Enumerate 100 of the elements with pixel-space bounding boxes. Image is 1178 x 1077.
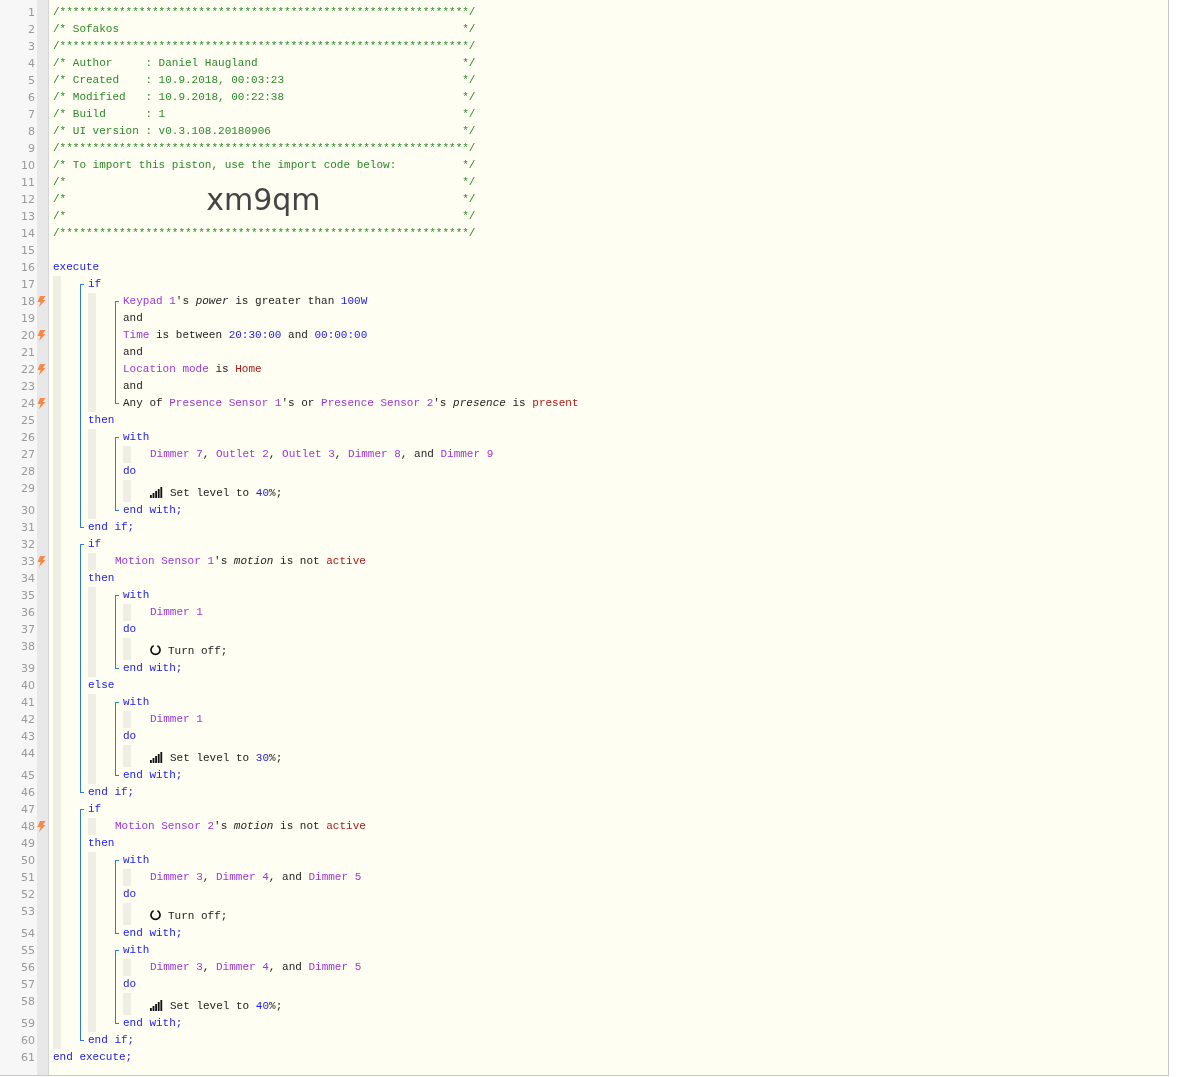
code-line: end with; (123, 1017, 183, 1030)
line-number: 6 (27, 91, 35, 104)
comment-text: /* Author : Daniel Haugland (53, 57, 258, 70)
line-number: 47 (20, 803, 35, 816)
line-number: 59 (20, 1017, 35, 1030)
line-number: 26 (20, 431, 35, 444)
code-line: Motion Sensor 2's motion is not active (115, 820, 366, 833)
line-number: 16 (20, 261, 35, 274)
code-line: do (123, 623, 137, 636)
code-line: then (88, 572, 115, 585)
code-line: Time is between 20:30:00 and 00:00:00 (123, 329, 368, 342)
line-number: 28 (20, 465, 35, 478)
code-line: do (123, 730, 137, 743)
comment-text: /* Modified : 10.9.2018, 00:22:38 (53, 91, 285, 104)
code-line: Motion Sensor 1's motion is not active (115, 555, 366, 568)
import-code: xm9qm (206, 184, 321, 215)
code-line: and (123, 312, 143, 325)
code-line: Dimmer 1 (150, 713, 203, 726)
code-line: end if; (88, 786, 135, 799)
code-line: Keypad 1's power is greater than 100W (123, 295, 368, 308)
line-number: 23 (20, 380, 35, 393)
comment-text: /**************************************************************/ (53, 227, 476, 240)
code-line: Dimmer 1 (150, 606, 203, 619)
line-number: 8 (27, 125, 35, 138)
line-number: 45 (20, 769, 35, 782)
line-number: 11 (20, 176, 35, 189)
line-number: 4 (27, 57, 35, 70)
code-line: do (123, 978, 137, 991)
comment-text: /* (53, 210, 67, 223)
line-number: 35 (20, 589, 35, 602)
line-number: 27 (20, 448, 35, 461)
power-icon (150, 644, 161, 656)
code-line: then (88, 837, 115, 850)
line-number: 51 (20, 871, 35, 884)
code-line: Location mode is Home (123, 363, 262, 376)
line-number: 38 (20, 640, 35, 653)
line-number: 31 (20, 521, 35, 534)
power-icon (150, 909, 161, 921)
comment-text: /**************************************************************/ (53, 142, 476, 155)
line-number: 32 (20, 538, 35, 551)
comment-end: */ (462, 210, 476, 223)
comment-end: */ (462, 193, 476, 206)
line-number: 37 (20, 623, 35, 636)
code-line: Dimmer 3, Dimmer 4, and Dimmer 5 (150, 871, 362, 884)
line-number: 36 (20, 606, 35, 619)
code-line: end with; (123, 927, 183, 940)
line-number: 1 (27, 6, 35, 19)
code-line: and (123, 346, 143, 359)
comment-text: /* (53, 176, 67, 189)
line-number: 61 (20, 1051, 35, 1064)
comment-text: /* To import this piston, use the import code below: (53, 159, 397, 172)
comment-end: */ (462, 23, 476, 36)
line-number: 7 (27, 108, 35, 121)
code-line: Set level to 30%; (170, 752, 283, 765)
line-number: 40 (20, 679, 35, 692)
comment-text: /* Created : 10.9.2018, 00:03:23 (53, 74, 285, 87)
line-number: 18 (20, 295, 35, 308)
code-line: Set level to 40%; (170, 1000, 283, 1013)
code-line: if (88, 278, 102, 291)
line-number: 17 (20, 278, 35, 291)
line-number: 24 (20, 397, 35, 410)
comment-end: */ (462, 108, 476, 121)
code-line: if (88, 803, 102, 816)
comment-end: */ (462, 91, 476, 104)
comment-text: /* (53, 193, 67, 206)
signal-bars-icon (150, 487, 163, 498)
comment-text: /**************************************************************/ (53, 40, 476, 53)
code-line: with (123, 854, 150, 867)
code-line: end with; (123, 769, 183, 782)
code-line: Any of Presence Sensor 1's or Presence Sensor 2's presence is present (123, 397, 579, 410)
comment-end: */ (462, 159, 476, 172)
line-number: 10 (20, 159, 35, 172)
line-number: 2 (27, 23, 35, 36)
line-number: 20 (20, 329, 35, 342)
line-number: 3 (27, 40, 35, 53)
code-line: end if; (88, 521, 135, 534)
code-line: end execute; (53, 1051, 133, 1064)
line-number: 58 (20, 995, 35, 1008)
code-line: Dimmer 3, Dimmer 4, and Dimmer 5 (150, 961, 362, 974)
code-line: Dimmer 7, Outlet 2, Outlet 3, Dimmer 8, and Dimmer 9 (150, 448, 494, 461)
code-line: with (123, 431, 150, 444)
signal-bars-icon (150, 1000, 163, 1011)
comment-text: /* UI version : v0.3.108.20180906 (53, 125, 271, 138)
line-number: 42 (20, 713, 35, 726)
code-line: if (88, 538, 102, 551)
line-number: 52 (20, 888, 35, 901)
line-number: 49 (20, 837, 35, 850)
line-number: 15 (20, 244, 35, 257)
line-number: 19 (20, 312, 35, 325)
line-number: 53 (20, 905, 35, 918)
comment-end: */ (462, 125, 476, 138)
line-number: 33 (20, 555, 35, 568)
line-number: 55 (20, 944, 35, 957)
line-number: 5 (27, 74, 35, 87)
line-number: 30 (20, 504, 35, 517)
line-number: 57 (20, 978, 35, 991)
line-number: 60 (20, 1034, 35, 1047)
code-line: end with; (123, 504, 183, 517)
comment-end: */ (462, 176, 476, 189)
code-line: with (123, 696, 150, 709)
